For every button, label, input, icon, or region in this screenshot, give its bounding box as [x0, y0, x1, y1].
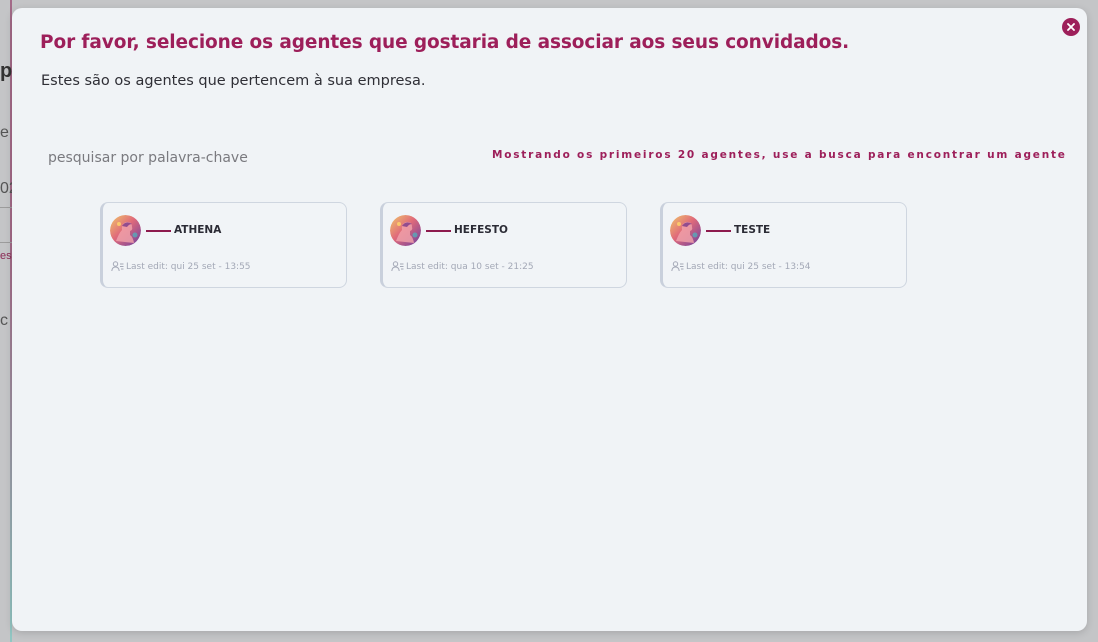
- agent-card[interactable]: HEFESTO Last edit: qua 10 set - 21:25: [380, 202, 627, 288]
- last-edit-row: Last edit: qui 25 set - 13:54: [671, 261, 811, 272]
- last-edit-text: Last edit: qui 25 set - 13:54: [686, 261, 811, 272]
- close-icon: [1067, 23, 1075, 31]
- agent-avatar-icon: [390, 215, 421, 246]
- agent-avatar-icon: [670, 215, 701, 246]
- last-edit-text: Last edit: qua 10 set - 21:25: [406, 261, 534, 272]
- user-edit-icon: [391, 261, 404, 272]
- background-fragment: c: [0, 312, 8, 329]
- agent-connector-line: [146, 230, 171, 232]
- user-edit-icon: [111, 261, 124, 272]
- background-fragment: es: [0, 250, 12, 262]
- background-divider: [0, 207, 12, 208]
- agent-name: HEFESTO: [454, 224, 508, 236]
- modal-title: Por favor, selecione os agentes que gost…: [40, 32, 850, 53]
- agent-selection-modal: Por favor, selecione os agentes que gost…: [12, 8, 1087, 631]
- showing-count-note: Mostrando os primeiros 20 agentes, use a…: [492, 149, 1067, 161]
- agent-connector-line: [706, 230, 731, 232]
- last-edit-row: Last edit: qui 25 set - 13:55: [111, 261, 251, 272]
- agent-name: ATHENA: [174, 224, 222, 236]
- last-edit-text: Last edit: qui 25 set - 13:55: [126, 261, 251, 272]
- background-fragment: p: [0, 60, 13, 82]
- agent-connector-line: [426, 230, 451, 232]
- agent-name: TESTE: [734, 224, 771, 236]
- modal-subtitle: Estes são os agentes que pertencem à sua…: [41, 73, 426, 89]
- agent-card[interactable]: TESTE Last edit: qui 25 set - 13:54: [660, 202, 907, 288]
- background-fragment: e: [0, 124, 9, 141]
- close-button[interactable]: [1062, 18, 1080, 36]
- agent-card[interactable]: ATHENA Last edit: qui 25 set - 13:55: [100, 202, 347, 288]
- background-divider: [0, 242, 12, 243]
- agent-avatar-icon: [110, 215, 141, 246]
- user-edit-icon: [671, 261, 684, 272]
- search-input[interactable]: [44, 146, 332, 170]
- last-edit-row: Last edit: qua 10 set - 21:25: [391, 261, 534, 272]
